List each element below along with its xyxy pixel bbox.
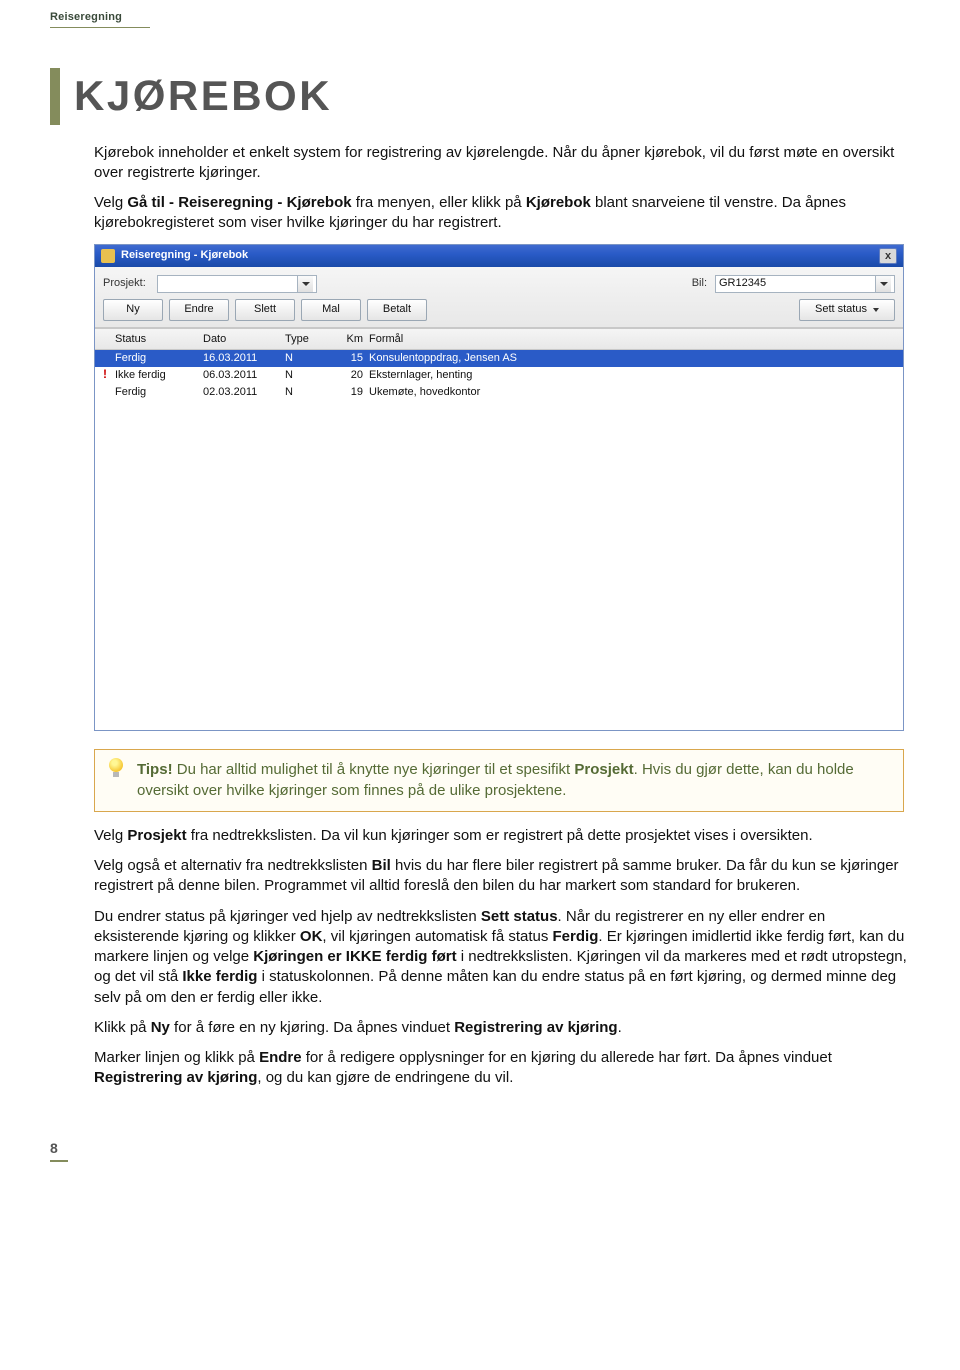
paragraph: Klikk på Ny for å føre en ny kjøring. Da… (94, 1018, 910, 1038)
col-dato[interactable]: Dato (203, 332, 285, 347)
status-cell: Ikke ferdig (115, 369, 166, 381)
menu-path: Gå til - Reiseregning - Kjørebok (127, 194, 351, 211)
bold: Bil (372, 857, 391, 874)
text: for å føre en ny kjøring. Da åpnes vindu… (170, 1019, 454, 1036)
grid-body: Ferdig 16.03.2011 N 15 Konsulentoppdrag,… (95, 350, 903, 730)
mal-button[interactable]: Mal (301, 299, 361, 321)
warning-icon: ! (103, 369, 113, 379)
bold: Prosjekt (127, 827, 186, 844)
text: Du har alltid mulighet til å knytte nye … (173, 761, 575, 778)
sett-status-dropdown[interactable]: Sett status (799, 299, 895, 321)
bold: Registrering av kjøring (94, 1069, 257, 1086)
paragraph: Velg Prosjekt fra nedtrekkslisten. Da vi… (94, 826, 910, 846)
text: , og du kan gjøre de endringene du vil. (257, 1069, 513, 1086)
col-type[interactable]: Type (285, 332, 329, 347)
paragraph: Marker linjen og klikk på Endre for å re… (94, 1048, 910, 1089)
text: Klikk på (94, 1019, 151, 1036)
dato-cell: 06.03.2011 (203, 368, 285, 383)
page-number: 8 (50, 1139, 68, 1162)
formal-cell: Konsulentoppdrag, Jensen AS (369, 351, 903, 366)
bold: Registrering av kjøring (454, 1019, 617, 1036)
dato-cell: 02.03.2011 (203, 385, 285, 400)
text: Du endrer status på kjøringer ved hjelp … (94, 908, 481, 925)
window-title: Reiseregning - Kjørebok (121, 248, 248, 263)
table-row[interactable]: Ferdig 02.03.2011 N 19 Ukemøte, hovedkon… (95, 384, 903, 401)
app-icon (101, 249, 115, 263)
intro-paragraph-2: Velg Gå til - Reiseregning - Kjørebok fr… (94, 193, 910, 234)
endre-button[interactable]: Endre (169, 299, 229, 321)
text: . (618, 1019, 622, 1036)
intro-paragraph-1: Kjørebok inneholder et enkelt system for… (94, 143, 910, 184)
app-window: Reiseregning - Kjørebok x Prosjekt: Bil:… (94, 244, 904, 732)
prosjekt-label: Prosjekt: (103, 276, 153, 291)
text: Velg (94, 194, 127, 211)
grid-header: Status Dato Type Km Formål (95, 328, 903, 351)
warning-icon (103, 352, 113, 362)
status-cell: Ferdig (115, 352, 146, 364)
bil-value: GR12345 (719, 276, 766, 291)
lightbulb-icon (107, 758, 125, 780)
bold: Ikke ferdig (182, 968, 257, 985)
bil-label: Bil: (692, 276, 707, 291)
table-row[interactable]: Ferdig 16.03.2011 N 15 Konsulentoppdrag,… (95, 350, 903, 367)
formal-cell: Eksternlager, henting (369, 368, 903, 383)
bil-dropdown[interactable]: GR12345 (715, 275, 895, 293)
prosjekt-dropdown[interactable] (157, 275, 317, 293)
text: Velg også et alternativ fra nedtrekkslis… (94, 857, 372, 874)
paragraph: Du endrer status på kjøringer ved hjelp … (94, 907, 910, 1008)
bold: Ny (151, 1019, 170, 1036)
dato-cell: 16.03.2011 (203, 351, 285, 366)
text: fra menyen, eller klikk på (352, 194, 526, 211)
type-cell: N (285, 385, 329, 400)
warning-icon (103, 386, 113, 396)
bold: OK (300, 928, 323, 945)
col-km[interactable]: Km (329, 332, 369, 347)
km-cell: 20 (329, 368, 369, 383)
chevron-down-icon (297, 276, 313, 292)
bold: Ferdig (553, 928, 599, 945)
table-row[interactable]: !Ikke ferdig 06.03.2011 N 20 Eksternlage… (95, 367, 903, 384)
close-button[interactable]: x (879, 248, 897, 264)
text: Marker linjen og klikk på (94, 1049, 259, 1066)
bold: Kjøringen er IKKE ferdig ført (253, 948, 456, 965)
text: fra nedtrekkslisten. Da vil kun kjøringe… (187, 827, 813, 844)
chapter-title: KJØREBOK (50, 68, 910, 125)
bold: Sett status (481, 908, 558, 925)
tips-callout: Tips! Du har alltid mulighet til å knytt… (94, 749, 904, 812)
tips-lead: Tips! (137, 761, 173, 778)
ny-button[interactable]: Ny (103, 299, 163, 321)
km-cell: 15 (329, 351, 369, 366)
km-cell: 19 (329, 385, 369, 400)
col-formal[interactable]: Formål (369, 332, 903, 347)
paragraph: Velg også et alternativ fra nedtrekkslis… (94, 856, 910, 897)
type-cell: N (285, 368, 329, 383)
col-status[interactable]: Status (103, 332, 203, 347)
window-titlebar: Reiseregning - Kjørebok x (95, 245, 903, 267)
text: Velg (94, 827, 127, 844)
shortcut-name: Kjørebok (526, 194, 591, 211)
type-cell: N (285, 351, 329, 366)
text: for å redigere opplysninger for en kjøri… (302, 1049, 832, 1066)
slett-button[interactable]: Slett (235, 299, 295, 321)
tips-bold: Prosjekt (574, 761, 633, 778)
chevron-down-icon (873, 308, 879, 312)
text: , vil kjøringen automatisk få status (322, 928, 552, 945)
chevron-down-icon (875, 276, 891, 292)
betalt-button[interactable]: Betalt (367, 299, 427, 321)
status-cell: Ferdig (115, 386, 146, 398)
formal-cell: Ukemøte, hovedkontor (369, 385, 903, 400)
bold: Endre (259, 1049, 302, 1066)
toolbar: Prosjekt: Bil: GR12345 Ny Endre Slett Ma… (95, 267, 903, 328)
running-header: Reiseregning (50, 10, 150, 28)
